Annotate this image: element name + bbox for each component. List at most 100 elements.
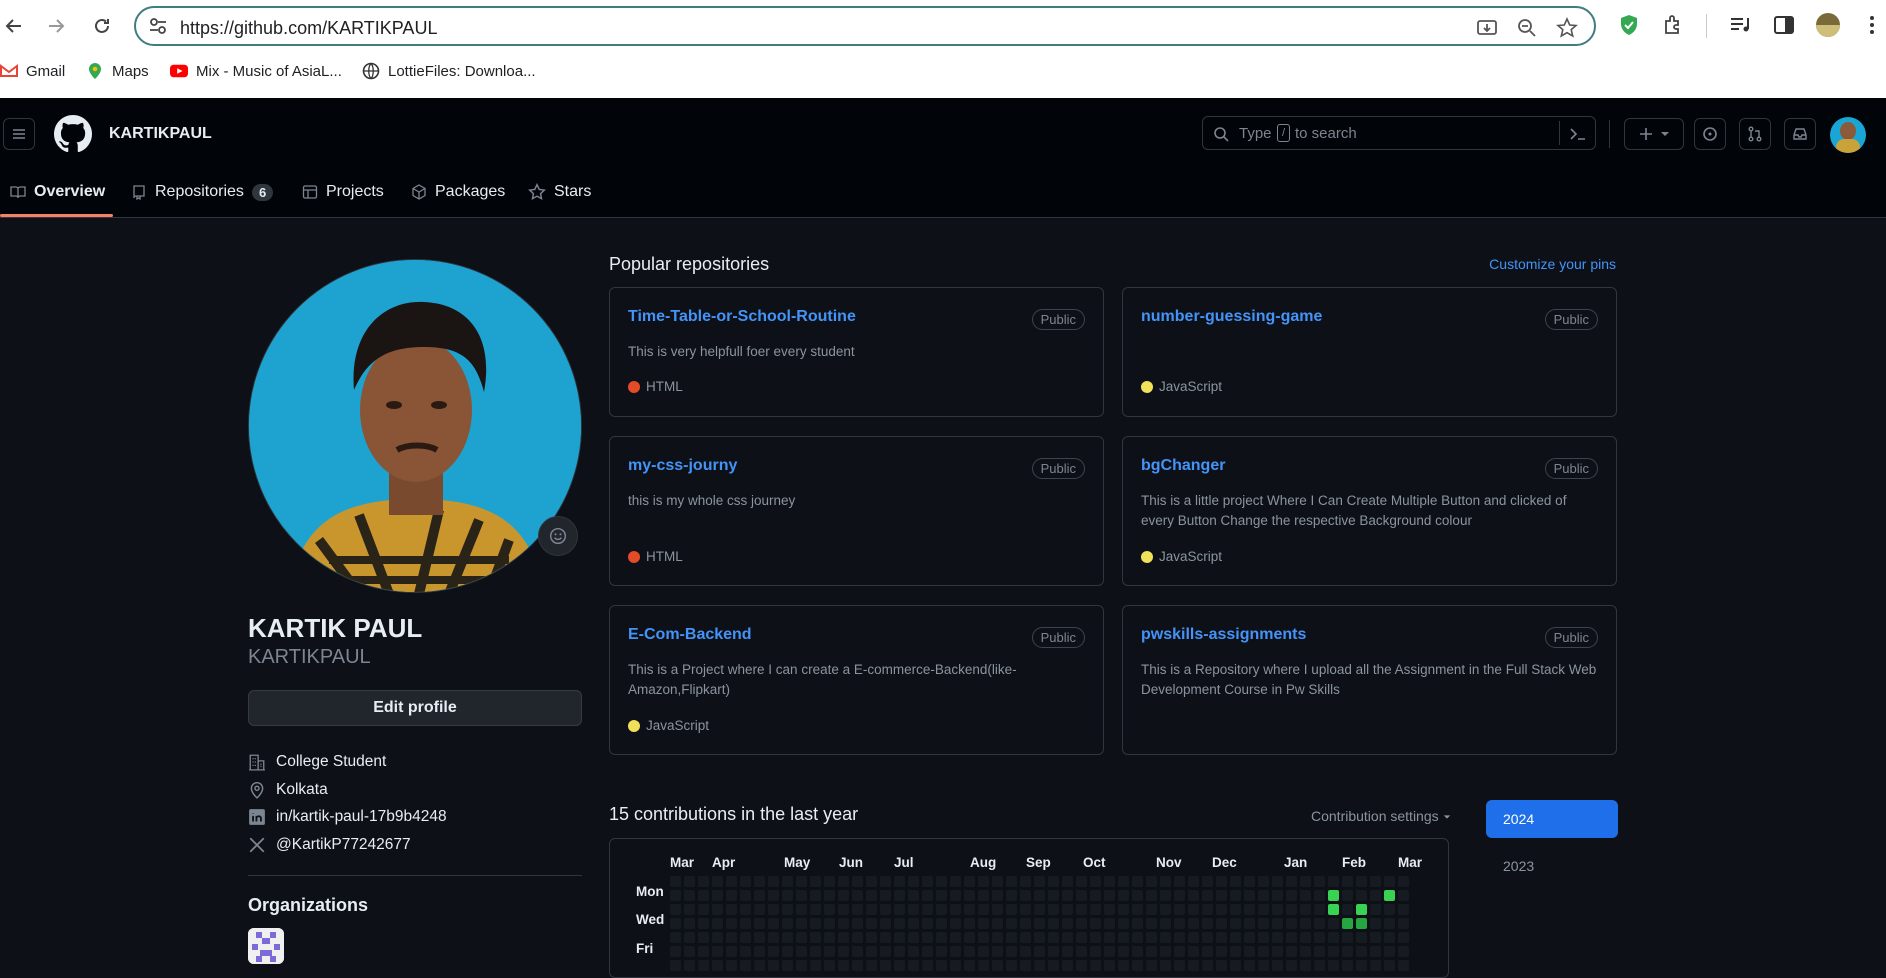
contribution-cell[interactable] xyxy=(1314,946,1325,957)
contribution-cell[interactable] xyxy=(922,904,933,915)
contribution-cell[interactable] xyxy=(1034,890,1045,901)
contribution-cell[interactable] xyxy=(684,890,695,901)
contribution-cell[interactable] xyxy=(950,904,961,915)
contribution-cell[interactable] xyxy=(1384,876,1395,887)
contribution-cell[interactable] xyxy=(1356,946,1367,957)
contribution-cell[interactable] xyxy=(1062,960,1073,971)
contribution-cell[interactable] xyxy=(1090,918,1101,929)
contribution-cell[interactable] xyxy=(1062,876,1073,887)
contribution-cell[interactable] xyxy=(1216,876,1227,887)
contribution-cell[interactable] xyxy=(1034,904,1045,915)
contribution-cell[interactable] xyxy=(726,960,737,971)
contribution-cell[interactable] xyxy=(1188,904,1199,915)
customize-pins-link[interactable]: Customize your pins xyxy=(1489,256,1616,272)
contribution-cell[interactable] xyxy=(1230,946,1241,957)
contribution-cell[interactable] xyxy=(1062,946,1073,957)
contribution-cell[interactable] xyxy=(908,918,919,929)
contribution-cell[interactable] xyxy=(1244,932,1255,943)
contribution-cell[interactable] xyxy=(1062,932,1073,943)
contribution-cell[interactable] xyxy=(1146,946,1157,957)
contribution-cell[interactable] xyxy=(880,876,891,887)
contribution-cell[interactable] xyxy=(1146,960,1157,971)
contribution-cell[interactable] xyxy=(782,876,793,887)
contribution-cell[interactable] xyxy=(992,918,1003,929)
browser-profile-avatar[interactable] xyxy=(1816,13,1840,37)
contribution-cell[interactable] xyxy=(838,946,849,957)
contribution-cell[interactable] xyxy=(1048,960,1059,971)
contribution-cell[interactable] xyxy=(838,876,849,887)
contribution-cell[interactable] xyxy=(1020,960,1031,971)
contribution-cell[interactable] xyxy=(880,960,891,971)
contribution-cell[interactable] xyxy=(978,890,989,901)
contribution-cell[interactable] xyxy=(1286,946,1297,957)
contribution-cell[interactable] xyxy=(978,960,989,971)
contribution-cell[interactable] xyxy=(922,876,933,887)
contribution-cell[interactable] xyxy=(1048,932,1059,943)
side-panel-icon[interactable] xyxy=(1772,13,1796,37)
contribution-cell[interactable] xyxy=(1244,918,1255,929)
contribution-cell[interactable] xyxy=(1020,876,1031,887)
contribution-cell[interactable] xyxy=(824,890,835,901)
contribution-cell[interactable] xyxy=(1370,876,1381,887)
issues-icon[interactable] xyxy=(1694,118,1726,150)
bookmark-star-icon[interactable] xyxy=(1556,17,1578,39)
contribution-cell[interactable] xyxy=(1314,876,1325,887)
contribution-cell[interactable] xyxy=(1006,932,1017,943)
contribution-cell[interactable] xyxy=(1314,960,1325,971)
contribution-cell[interactable] xyxy=(1020,918,1031,929)
contribution-cell[interactable] xyxy=(1034,932,1045,943)
contribution-cell[interactable] xyxy=(1342,918,1353,929)
contribution-cell[interactable] xyxy=(936,904,947,915)
contribution-cell[interactable] xyxy=(1048,876,1059,887)
contribution-cell[interactable] xyxy=(1090,904,1101,915)
contribution-cell[interactable] xyxy=(1174,932,1185,943)
contribution-cell[interactable] xyxy=(964,960,975,971)
contribution-cell[interactable] xyxy=(1216,960,1227,971)
contribution-cell[interactable] xyxy=(1188,918,1199,929)
contribution-cell[interactable] xyxy=(866,932,877,943)
contribution-cell[interactable] xyxy=(1328,932,1339,943)
contribution-cell[interactable] xyxy=(1230,932,1241,943)
contribution-cell[interactable] xyxy=(1006,960,1017,971)
contribution-cell[interactable] xyxy=(1314,890,1325,901)
contribution-cell[interactable] xyxy=(684,932,695,943)
contribution-cell[interactable] xyxy=(810,960,821,971)
contribution-cell[interactable] xyxy=(1384,904,1395,915)
contribution-cell[interactable] xyxy=(936,946,947,957)
contribution-cell[interactable] xyxy=(1258,918,1269,929)
contribution-cell[interactable] xyxy=(1272,932,1283,943)
contribution-cell[interactable] xyxy=(1244,904,1255,915)
contribution-cell[interactable] xyxy=(1020,946,1031,957)
year-2024-button[interactable]: 2024 xyxy=(1486,800,1618,838)
contribution-cell[interactable] xyxy=(810,932,821,943)
contribution-cell[interactable] xyxy=(1286,904,1297,915)
contribution-cell[interactable] xyxy=(894,946,905,957)
contribution-cell[interactable] xyxy=(796,876,807,887)
contribution-cell[interactable] xyxy=(726,932,737,943)
contribution-cell[interactable] xyxy=(1118,918,1129,929)
contribution-cell[interactable] xyxy=(1146,932,1157,943)
contribution-cell[interactable] xyxy=(1370,932,1381,943)
contribution-cell[interactable] xyxy=(684,918,695,929)
contribution-cell[interactable] xyxy=(852,904,863,915)
contribution-cell[interactable] xyxy=(1384,890,1395,901)
contribution-cell[interactable] xyxy=(852,960,863,971)
contribution-cell[interactable] xyxy=(1384,946,1395,957)
contribution-cell[interactable] xyxy=(1216,946,1227,957)
contribution-cell[interactable] xyxy=(1202,960,1213,971)
contribution-cell[interactable] xyxy=(1202,946,1213,957)
contribution-cell[interactable] xyxy=(1230,960,1241,971)
contribution-cell[interactable] xyxy=(936,890,947,901)
twitter-link[interactable]: @KartikP77242677 xyxy=(276,836,411,854)
contribution-cell[interactable] xyxy=(740,876,751,887)
contribution-cell[interactable] xyxy=(1006,876,1017,887)
contribution-cell[interactable] xyxy=(950,932,961,943)
contribution-cell[interactable] xyxy=(1258,960,1269,971)
contribution-cell[interactable] xyxy=(670,890,681,901)
contribution-cell[interactable] xyxy=(852,890,863,901)
contribution-cell[interactable] xyxy=(754,932,765,943)
contribution-cell[interactable] xyxy=(964,890,975,901)
contribution-cell[interactable] xyxy=(852,918,863,929)
contribution-cell[interactable] xyxy=(1272,890,1283,901)
contribution-cell[interactable] xyxy=(796,918,807,929)
